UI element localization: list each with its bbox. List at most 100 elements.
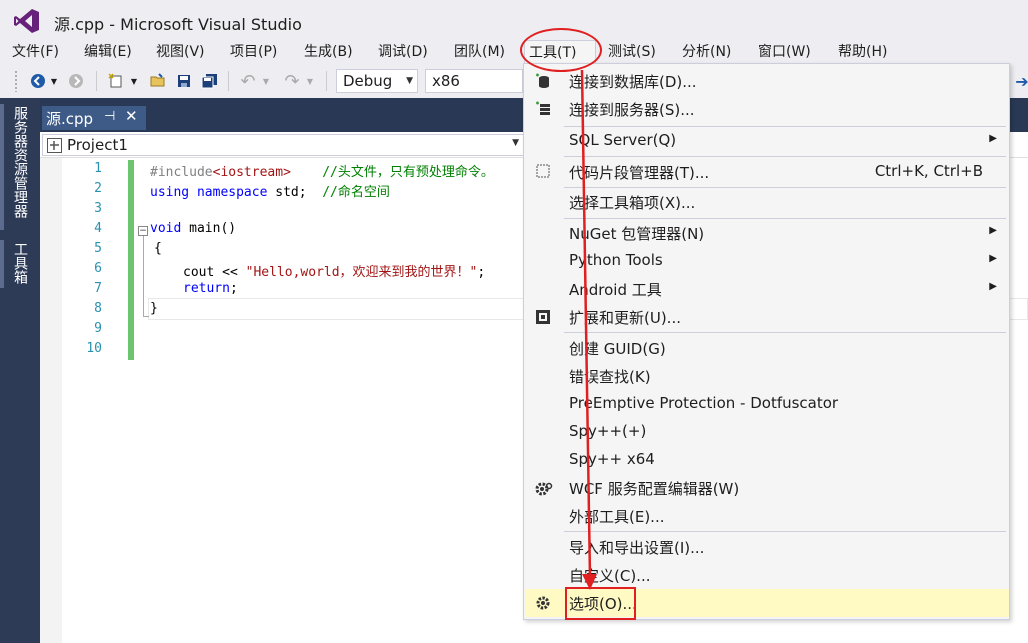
menu-item-extensions[interactable]: 扩展和更新(U)... (525, 303, 1009, 331)
new-dropdown-icon[interactable]: ▼ (128, 71, 140, 91)
code-token: } (150, 301, 158, 316)
code-token: ; (229, 281, 238, 296)
menu-item-error-lookup[interactable]: 错误查找(K) (525, 362, 1009, 390)
menu-item-label: 导入和导出设置(I)... (569, 539, 705, 557)
submenu-arrow-icon: ▶ (989, 281, 997, 292)
menu-item-spy[interactable]: Spy++(+) (525, 418, 1009, 446)
menu-view[interactable]: 视图(V) (152, 40, 209, 64)
menu-item-connect-server[interactable]: 连接到服务器(S)... (525, 95, 1009, 123)
undo-icon[interactable]: ↶ (238, 71, 258, 92)
menu-item-connect-database[interactable]: 连接到数据库(D)... (525, 67, 1009, 95)
outline-guide-end (143, 316, 149, 317)
code-token: ; (477, 265, 486, 280)
chevron-down-icon: ▼ (406, 76, 413, 86)
code-keyword: using (150, 185, 190, 200)
toolbar-separator (326, 71, 327, 91)
redo-dropdown-icon[interactable]: ▼ (304, 71, 316, 91)
tab-indicator (0, 104, 4, 230)
menu-item-label: 创建 GUID(G) (569, 340, 666, 358)
database-connect-icon (535, 73, 551, 89)
menu-bar: 文件(F) 编辑(E) 视图(V) 项目(P) 生成(B) 调试(D) 团队(M… (0, 40, 1028, 64)
menu-item-spy-x64[interactable]: Spy++ x64 (525, 446, 1009, 474)
menu-help[interactable]: 帮助(H) (834, 40, 891, 64)
menu-item-python-tools[interactable]: Python Tools ▶ (525, 247, 1009, 275)
menu-item-label: 自定义(C)... (569, 567, 651, 585)
menu-item-dotfuscator[interactable]: PreEmptive Protection - Dotfuscator (525, 390, 1009, 418)
menu-item-sql-server[interactable]: SQL Server(Q) ▶ (525, 127, 1009, 155)
code-token: main() (181, 221, 237, 236)
menu-item-label: 连接到服务器(S)... (569, 101, 695, 119)
code-keyword: return (183, 281, 230, 296)
menu-item-label: 外部工具(E)... (569, 508, 665, 526)
undo-dropdown-icon[interactable]: ▼ (260, 71, 272, 91)
menu-item-external-tools[interactable]: 外部工具(E)... (525, 502, 1009, 530)
line-number: 10 (86, 341, 102, 356)
code-token: <iostream> (212, 165, 291, 180)
code-comment: //命名空间 (322, 185, 390, 200)
extensions-icon (535, 309, 551, 325)
redo-icon[interactable]: ↷ (282, 71, 302, 92)
close-icon[interactable]: ✕ (125, 107, 138, 125)
line-number: 3 (94, 201, 102, 216)
line-number: 5 (94, 241, 102, 256)
annotation-ellipse (520, 28, 602, 72)
tools-dropdown-menu: 连接到数据库(D)... 连接到服务器(S)... SQL Server(Q) … (523, 63, 1010, 620)
open-file-icon[interactable] (148, 71, 168, 91)
menu-item-wcf-editor[interactable]: WCF 服务配置编辑器(W) (525, 474, 1009, 502)
code-token: { (154, 241, 162, 256)
menu-item-label: Android 工具 (569, 281, 662, 299)
menu-item-label: PreEmptive Protection - Dotfuscator (569, 394, 839, 412)
menu-item-choose-toolbox-items[interactable]: 选择工具箱项(X)... (525, 188, 1009, 216)
menu-window[interactable]: 窗口(W) (754, 40, 815, 64)
tab-indicator (0, 240, 4, 288)
new-project-icon[interactable] (106, 71, 126, 91)
menu-team[interactable]: 团队(M) (450, 40, 509, 64)
pin-icon[interactable]: ⊣ (104, 109, 115, 124)
toolbox-tab[interactable]: 工具箱 (10, 242, 30, 284)
code-line: void main() (150, 221, 236, 236)
code-keyword: void (150, 221, 182, 236)
menu-separator (564, 332, 1006, 333)
menu-test[interactable]: 测试(S) (604, 40, 660, 64)
menu-item-create-guid[interactable]: 创建 GUID(G) (525, 334, 1009, 362)
solution-configuration-select[interactable]: Debug ▼ (336, 69, 418, 93)
project-select[interactable]: Project1 ▼ (42, 134, 524, 156)
left-tool-strip: 服务器资源管理器 工具箱 (0, 98, 40, 643)
chevron-down-icon: ▼ (512, 138, 519, 148)
menu-item-customize[interactable]: 自定义(C)... (525, 561, 1009, 589)
document-tab[interactable]: 源.cpp ⊣ ✕ (42, 106, 146, 130)
navigate-back-icon[interactable] (28, 71, 48, 91)
line-number: 6 (94, 261, 102, 276)
menu-edit[interactable]: 编辑(E) (80, 40, 136, 64)
collapse-outline-icon[interactable]: − (138, 226, 148, 236)
menu-analyze[interactable]: 分析(N) (678, 40, 735, 64)
submenu-arrow-icon: ▶ (989, 225, 997, 236)
menu-project[interactable]: 项目(P) (226, 40, 281, 64)
menu-file[interactable]: 文件(F) (8, 40, 63, 64)
window-title: 源.cpp - Microsoft Visual Studio (54, 15, 302, 34)
platform-value: x86 (432, 72, 460, 90)
server-explorer-tab[interactable]: 服务器资源管理器 (10, 106, 30, 218)
menu-item-snippets-manager[interactable]: 代码片段管理器(T)... Ctrl+K, Ctrl+B (525, 158, 1009, 186)
menu-debug[interactable]: 调试(D) (374, 40, 432, 64)
menu-build[interactable]: 生成(B) (300, 40, 357, 64)
menu-item-label: Spy++ x64 (569, 450, 655, 468)
menu-item-label: Spy++(+) (569, 422, 647, 440)
save-all-icon[interactable] (200, 71, 220, 91)
back-dropdown-icon[interactable]: ▼ (48, 71, 60, 91)
menu-item-android-tools[interactable]: Android 工具 ▶ (525, 275, 1009, 303)
change-tracking-bar (128, 160, 134, 360)
menu-item-label: 扩展和更新(U)... (569, 309, 681, 327)
solution-platform-select[interactable]: x86 (425, 69, 523, 93)
menu-item-import-export-settings[interactable]: 导入和导出设置(I)... (525, 533, 1009, 561)
toolbar-grip[interactable] (14, 70, 18, 92)
project-name: Project1 (67, 136, 128, 154)
navigate-forward-icon[interactable] (66, 71, 86, 91)
menu-item-nuget[interactable]: NuGet 包管理器(N) ▶ (525, 219, 1009, 247)
toolbar-overflow-icon[interactable]: ➔ (1012, 71, 1028, 91)
wcf-gear-icon (535, 480, 553, 496)
save-icon[interactable] (174, 71, 194, 91)
code-token: std; (267, 185, 307, 200)
annotation-rectangle (565, 587, 636, 620)
menu-item-label: 选择工具箱项(X)... (569, 194, 696, 212)
